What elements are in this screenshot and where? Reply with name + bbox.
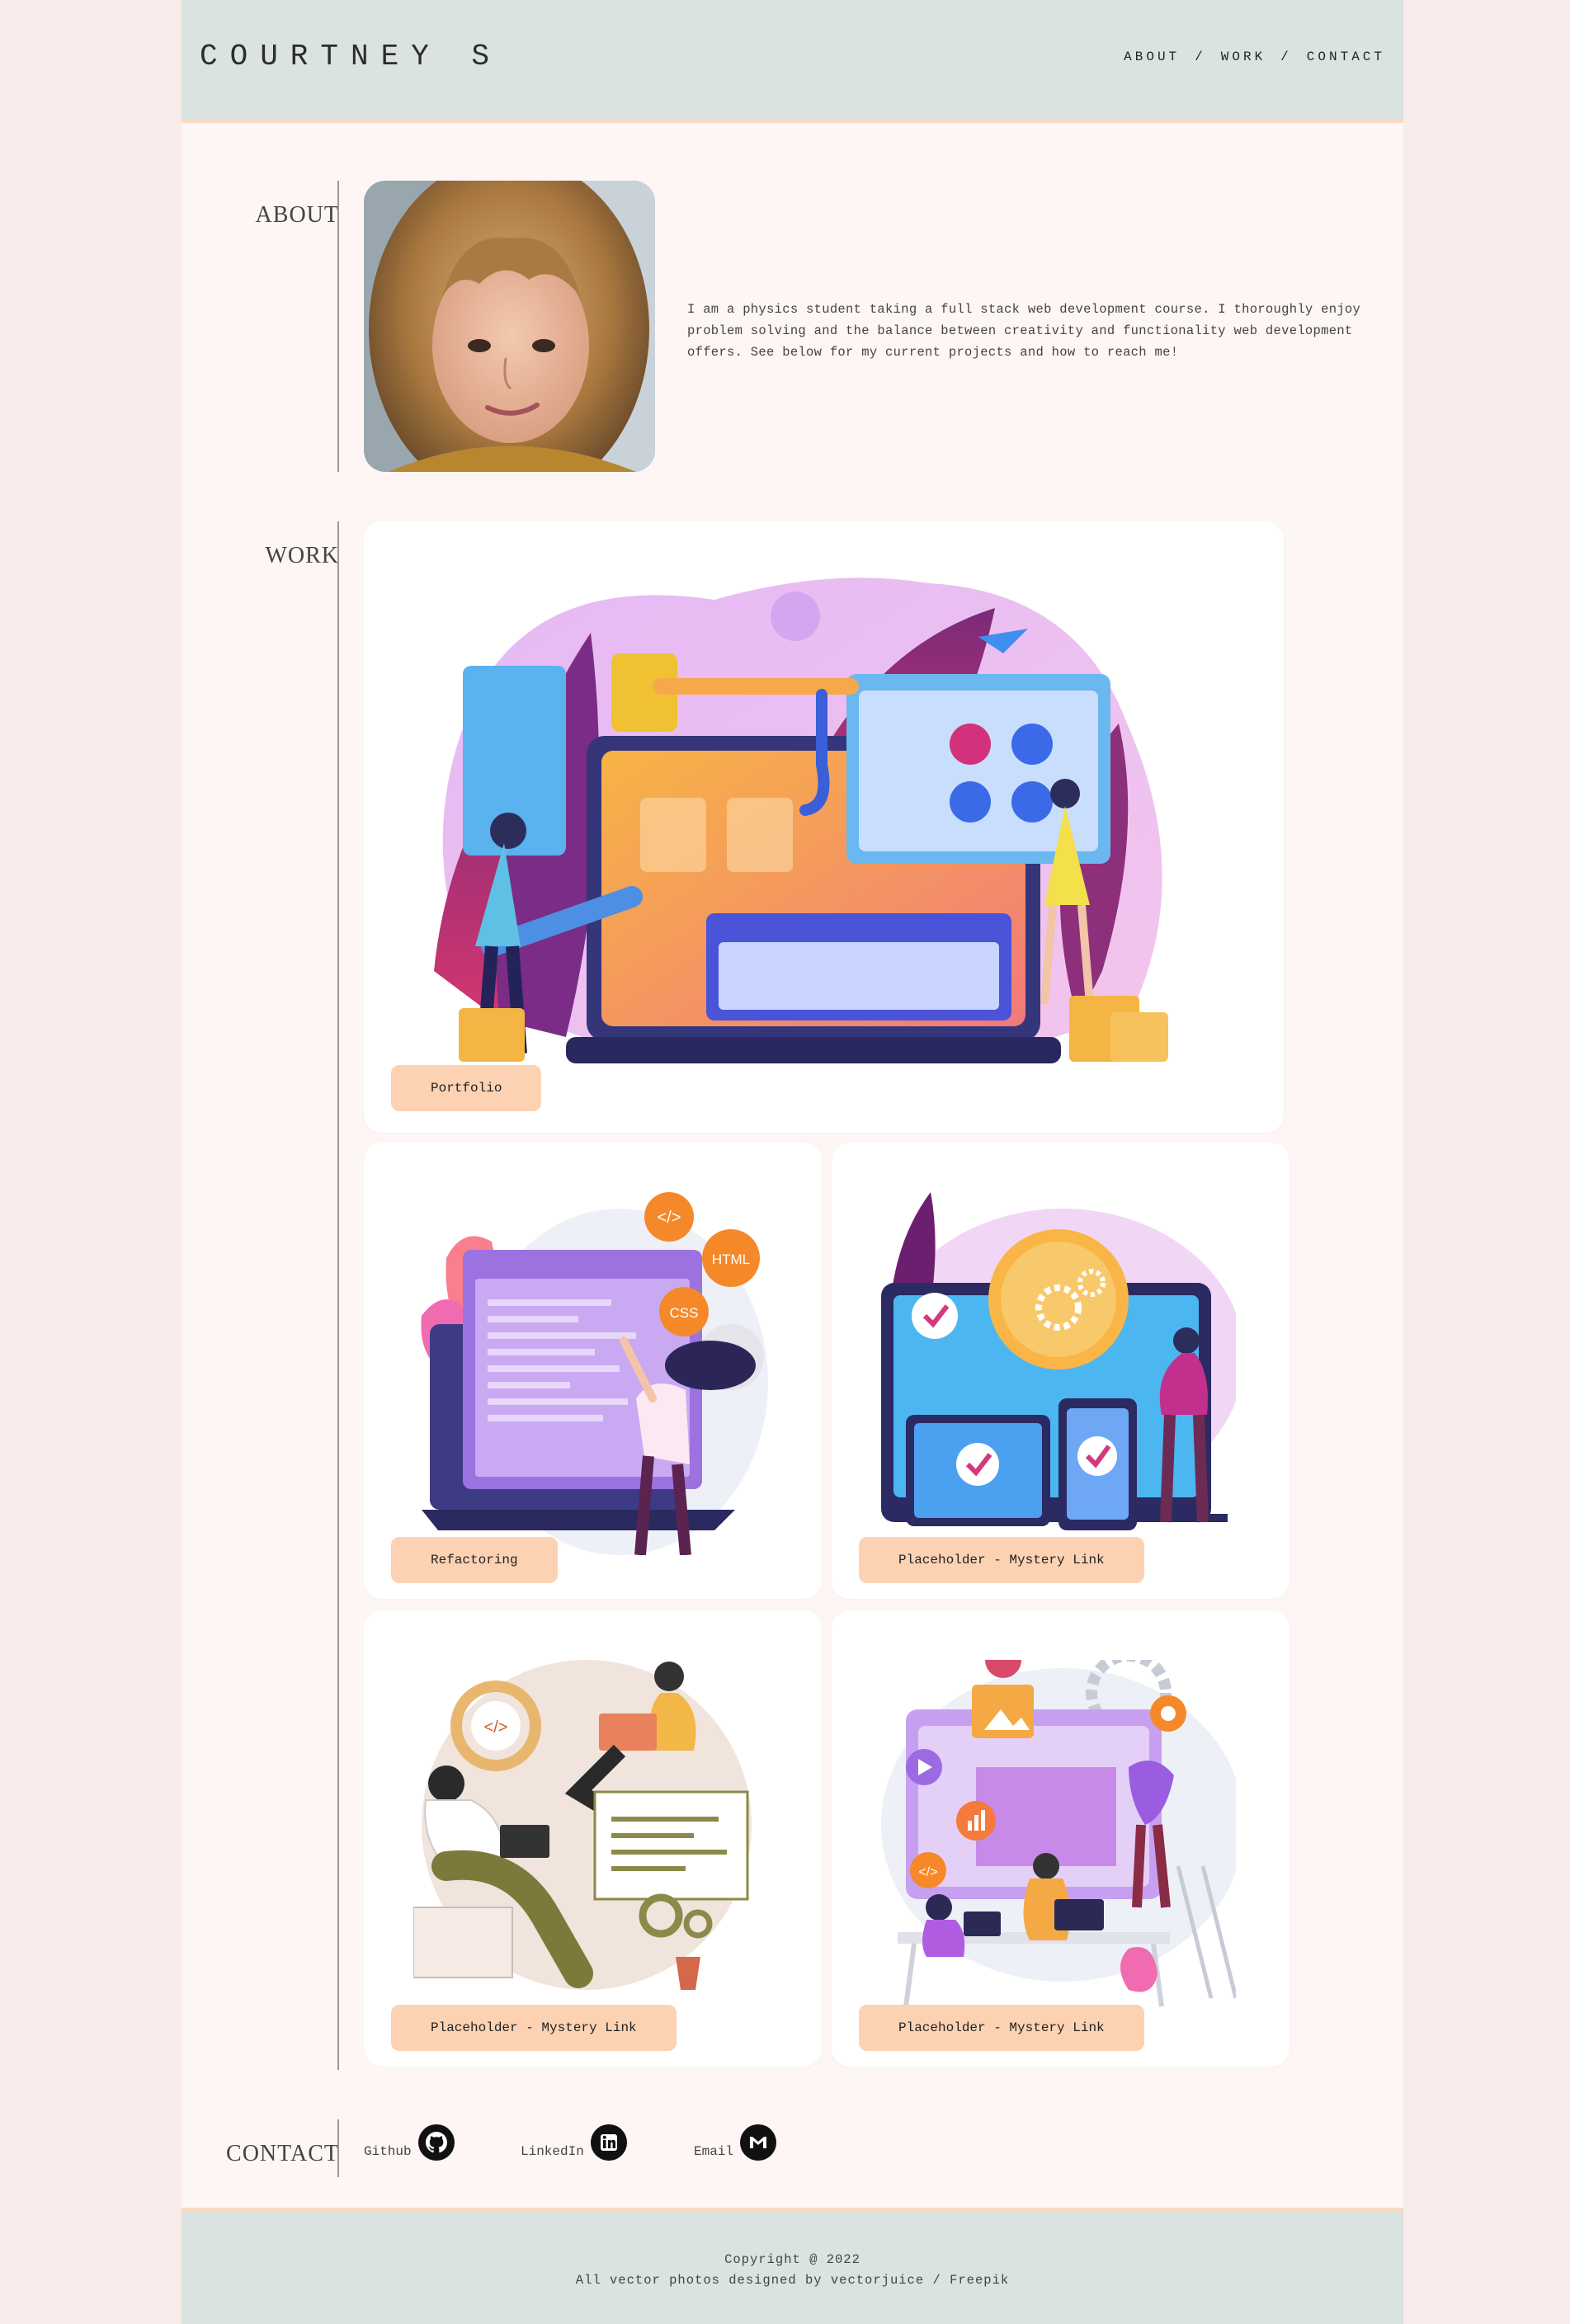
project-link-placeholder-1[interactable]: Placeholder - Mystery Link — [859, 1537, 1144, 1583]
gmail-icon[interactable] — [740, 2124, 777, 2161]
project-link-placeholder-2[interactable]: Placeholder - Mystery Link — [391, 2005, 677, 2051]
portfolio-illustration — [434, 577, 1168, 1063]
site-header: COURTNEY S ABOUT / WORK / CONTACT — [182, 0, 1403, 123]
profile-photo — [364, 181, 655, 472]
site-brand[interactable]: COURTNEY S — [200, 40, 502, 73]
project-card-placeholder-2[interactable]: </> Placeholder - Mystery Link — [364, 1610, 822, 2067]
about-bio: I am a physics student taking a full sta… — [687, 302, 1361, 360]
contact-email-label: Email — [694, 2144, 734, 2159]
svg-text:CSS: CSS — [670, 1305, 699, 1321]
github-icon[interactable] — [417, 2124, 455, 2161]
project-link-refactoring[interactable]: Refactoring — [391, 1537, 558, 1583]
refactoring-illustration: </> HTML CSS — [421, 1192, 768, 1555]
work-divider — [337, 521, 339, 2070]
project-card-placeholder-1[interactable]: Placeholder - Mystery Link — [832, 1143, 1289, 1599]
contact-heading: CONTACT — [226, 2141, 339, 2166]
project-link-placeholder-3[interactable]: Placeholder - Mystery Link — [859, 2005, 1144, 2051]
page-container: COURTNEY S ABOUT / WORK / CONTACT ABOUT — [182, 0, 1403, 2324]
footer-copyright: Copyright @ 2022 — [724, 2252, 860, 2267]
svg-text:</>: </> — [658, 1209, 681, 1227]
main-nav: ABOUT / WORK / CONTACT — [1124, 49, 1385, 64]
about-divider — [337, 181, 339, 472]
project-card-portfolio[interactable]: Portfolio — [364, 521, 1284, 1133]
site-footer: Copyright @ 2022 All vector photos desig… — [182, 2208, 1403, 2324]
avatar — [364, 181, 655, 472]
nav-about-link[interactable]: ABOUT — [1124, 49, 1180, 64]
nav-separator: / — [1280, 49, 1292, 64]
nav-work-link[interactable]: WORK — [1221, 49, 1266, 64]
contact-email-link[interactable]: Email — [694, 2124, 777, 2161]
contact-github-link[interactable]: Github — [364, 2124, 455, 2161]
about-heading: ABOUT — [255, 202, 339, 228]
svg-text:HTML: HTML — [712, 1252, 750, 1267]
linkedin-icon[interactable] — [590, 2124, 627, 2161]
contact-linkedin-link[interactable]: LinkedIn — [521, 2124, 627, 2161]
project-link-portfolio[interactable]: Portfolio — [391, 1065, 542, 1111]
contact-divider — [337, 2119, 339, 2177]
project-card-placeholder-3[interactable]: </> Placeholder - Mystery Link — [832, 1610, 1289, 2067]
nav-contact-link[interactable]: CONTACT — [1307, 49, 1385, 64]
project-card-refactoring[interactable]: </> HTML CSS Refactoring — [364, 1143, 822, 1599]
footer-credits: All vector photos designed by vectorjuic… — [575, 2273, 1010, 2288]
nav-separator: / — [1195, 49, 1206, 64]
placeholder-illustration-1 — [881, 1192, 1236, 1530]
contact-github-label: Github — [364, 2144, 412, 2159]
placeholder-illustration-2: </> — [413, 1660, 752, 1990]
contact-linkedin-label: LinkedIn — [521, 2144, 584, 2159]
svg-text:</>: </> — [918, 1865, 937, 1879]
work-heading: WORK — [265, 543, 339, 568]
placeholder-illustration-3: </> — [881, 1660, 1236, 2007]
svg-text:</>: </> — [484, 1718, 508, 1737]
